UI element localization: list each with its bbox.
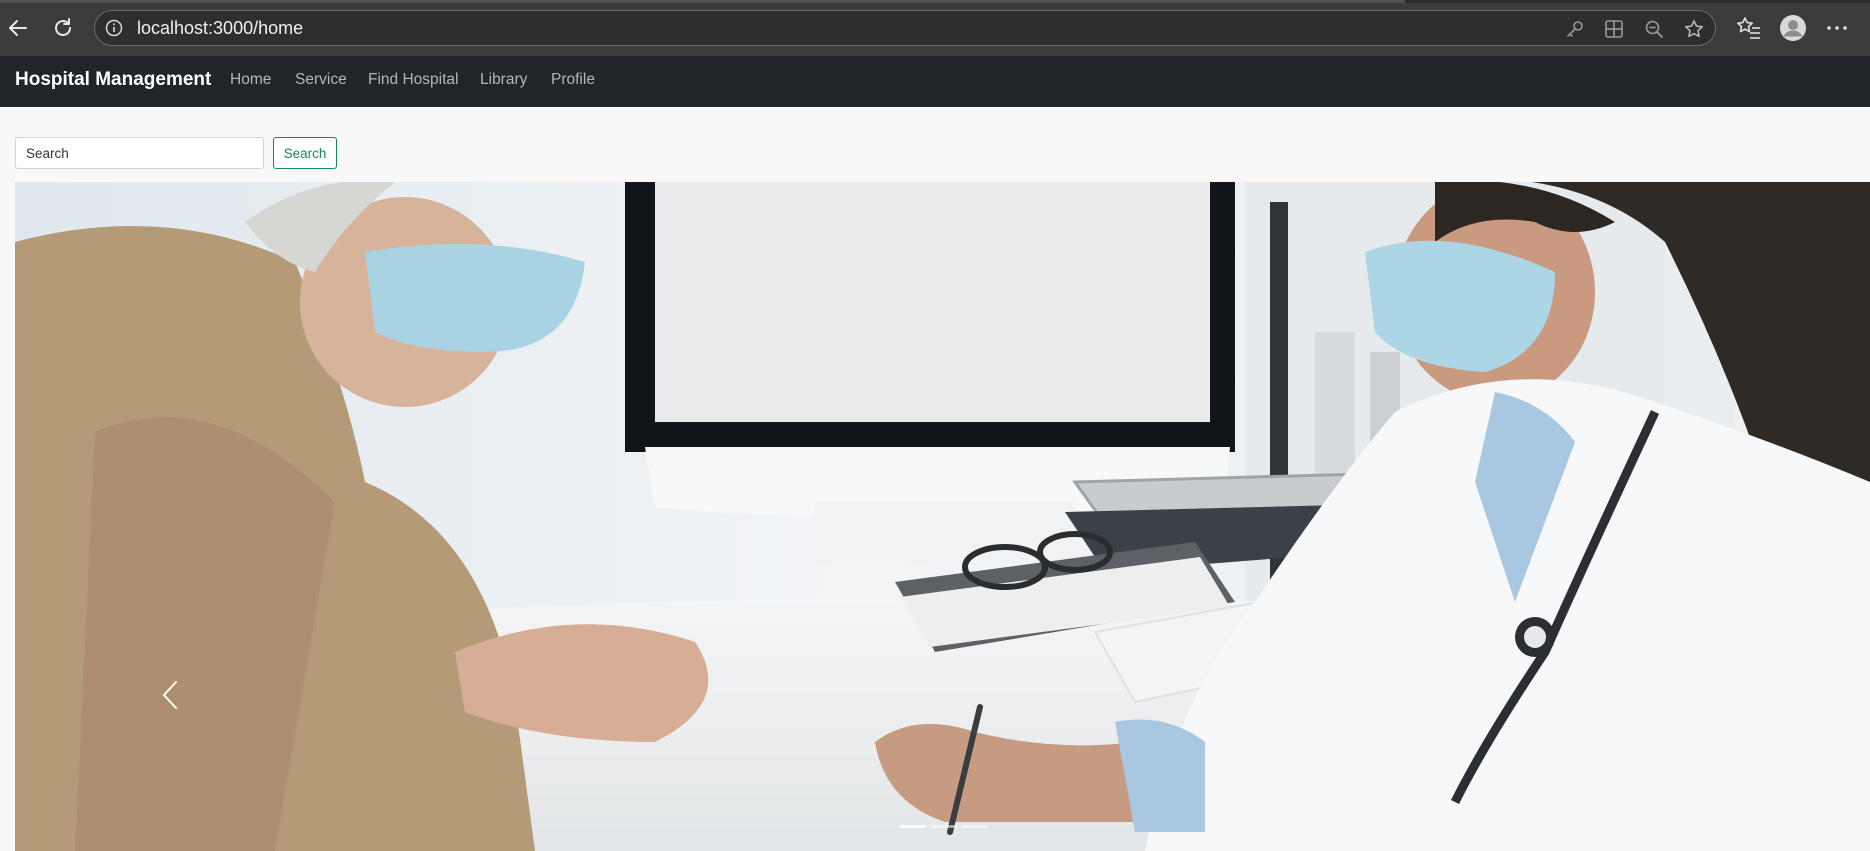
search-input[interactable] [15,137,264,169]
carousel-prev-button[interactable] [145,672,195,722]
nav-find-hospital[interactable]: Find Hospital [368,56,458,107]
info-icon[interactable] [105,19,123,42]
apps-icon[interactable] [1604,19,1624,39]
hero-carousel [15,182,1870,851]
brand-logo[interactable]: Hospital Management [15,56,211,107]
main-navbar: Hospital Management Home Service Find Ho… [0,56,1870,107]
back-icon[interactable] [2,12,34,44]
more-icon[interactable] [1823,14,1851,42]
key-icon[interactable] [1565,19,1585,39]
carousel-indicator[interactable] [931,825,957,828]
url-text[interactable]: localhost:3000/home [137,11,303,45]
carousel-indicator[interactable] [900,825,926,828]
search-button[interactable]: Search [273,137,337,169]
chevron-left-icon [159,678,181,717]
nav-profile[interactable]: Profile [551,56,595,107]
carousel-slide-image [15,182,1870,851]
zoom-out-icon[interactable] [1644,19,1664,39]
nav-service[interactable]: Service [295,56,347,107]
browser-toolbar: localhost:3000/home [0,0,1870,56]
tab-strip-highlight [0,0,1405,3]
nav-library[interactable]: Library [480,56,527,107]
carousel-indicators [900,825,988,831]
refresh-icon[interactable] [47,12,79,44]
profile-icon[interactable] [1779,14,1807,42]
favorites-icon[interactable] [1735,14,1763,42]
star-icon[interactable] [1684,19,1704,39]
carousel-indicator[interactable] [962,825,988,828]
nav-home[interactable]: Home [230,56,271,107]
address-bar[interactable]: localhost:3000/home [94,10,1716,46]
